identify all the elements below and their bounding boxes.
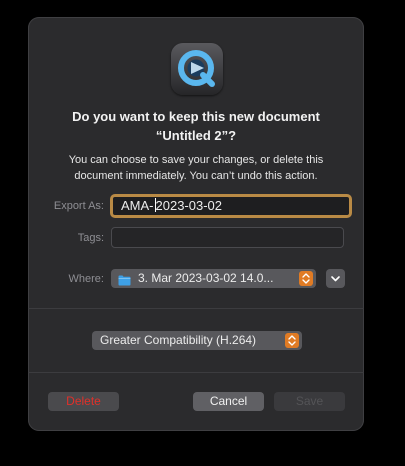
folder-icon: [118, 273, 131, 286]
popup-stepper-icon: [285, 333, 299, 348]
where-location-text: 3. Mar 2023-03-02 14.0...: [138, 271, 274, 285]
cancel-button[interactable]: Cancel: [193, 392, 264, 411]
export-as-label: Export As:: [53, 200, 104, 212]
dialog-message-line2: document immediately. You can’t undo thi…: [74, 170, 318, 182]
dialog-message: You can choose to save your changes, or …: [44, 152, 348, 184]
chevron-down-icon: [326, 275, 345, 292]
export-as-field[interactable]: AMA- 2023-03-02: [110, 194, 352, 218]
export-as-value-suffix: 2023-03-02: [155, 198, 223, 213]
dialog-title: Do you want to keep this new document “U…: [28, 107, 364, 145]
save-button[interactable]: Save: [274, 392, 345, 411]
quicktime-icon: [171, 43, 223, 95]
save-dialog: Do you want to keep this new document “U…: [28, 17, 364, 431]
export-as-value-prefix: AMA-: [121, 198, 154, 213]
dialog-title-line2: “Untitled 2”?: [155, 128, 237, 143]
dialog-message-line1: You can choose to save your changes, or …: [68, 154, 324, 166]
tags-label: Tags:: [77, 232, 104, 244]
popup-stepper-icon: [299, 271, 313, 286]
format-popup-text: Greater Compatibility (H.264): [100, 333, 257, 347]
separator-bottom: [28, 372, 364, 373]
expand-browser-button[interactable]: [326, 269, 345, 288]
tags-field[interactable]: [111, 227, 344, 248]
where-label: Where:: [68, 273, 104, 285]
delete-button[interactable]: Delete: [48, 392, 119, 411]
dialog-title-line1: Do you want to keep this new document: [72, 109, 320, 124]
separator-top: [28, 308, 364, 309]
where-location-popup[interactable]: 3. Mar 2023-03-02 14.0...: [111, 269, 316, 288]
format-popup[interactable]: Greater Compatibility (H.264): [92, 331, 302, 350]
